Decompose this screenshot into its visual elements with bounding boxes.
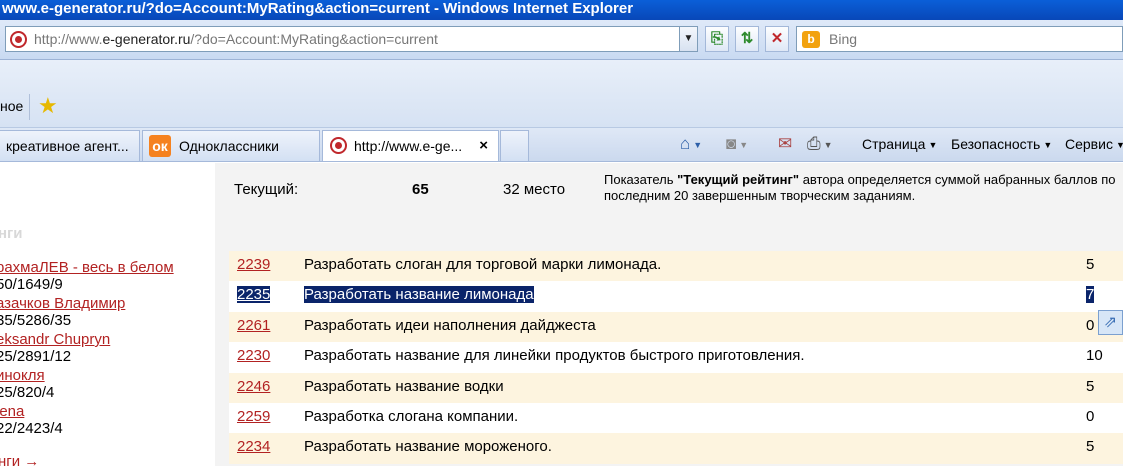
stop-icon[interactable]: ✕ [765,26,789,52]
task-row: 2239 Разработать слоган для торговой мар… [229,251,1123,282]
current-rating-panel: Текущий: 65 32 место Показатель "Текущий… [215,163,1123,466]
task-id-link[interactable]: 2261 [237,317,270,334]
task-title: Разработать название водки [304,377,504,395]
author-stats: 22/2423/4 [0,420,63,437]
author-entry: инокля 25/820/4 [0,367,54,401]
task-title: Разработать название для линейки продукт… [304,347,805,365]
author-link[interactable]: eksandr Chupryn [0,331,110,348]
task-row: 2230 Разработать название для линейки пр… [229,342,1123,373]
rating-description: Показатель "Текущий рейтинг" автора опре… [604,172,1116,203]
odnoklassniki-icon: ок [149,135,171,157]
task-score: 5 [1086,377,1095,395]
tab-label: креативное агент... [6,138,129,154]
tab-e-generator[interactable]: http://www.e-ge... × [322,130,499,161]
task-id-link[interactable]: 2239 [237,256,270,273]
task-score: 5 [1086,438,1095,456]
author-stats: 25/2891/12 [0,348,72,365]
ratings-sidebar: нги рахмаЛЕВ - весь в белом 50/1649/9 аз… [0,163,215,466]
sidebar-heading: нги [0,225,23,242]
all-ratings-link[interactable]: нги → [0,453,39,466]
search-input[interactable]: b Bing [796,26,1123,52]
task-score: 0 [1086,316,1095,334]
author-stats: 35/5286/35 [0,312,72,329]
task-title: Разработать идеи наполнения дайджеста [304,316,596,334]
task-id-link[interactable]: 2259 [237,408,270,425]
author-entry: азачков Владимир 35/5286/35 [0,295,125,329]
address-bar[interactable]: http://www.e-generator.ru/?do=Account:My… [5,26,698,52]
task-score: 10 [1086,347,1103,365]
search-placeholder: Bing [829,31,858,47]
task-id-link[interactable]: 2246 [237,378,270,395]
new-tab-button[interactable] [500,130,529,161]
home-icon[interactable]: ⌂ ▼ [680,132,702,156]
address-toolbar: http://www.e-generator.ru/?do=Account:My… [0,20,1123,60]
site-favicon-icon [330,137,347,154]
task-row: 2235 Разработать название лимонада 7 [229,281,1123,312]
author-stats: 25/820/4 [0,384,55,401]
task-score: 5 [1086,256,1095,273]
task-title: Разработать название мороженого. [304,438,552,456]
task-row: 2261 Разработать идеи наполнения дайджес… [229,311,1123,343]
favorites-bar: ное ★ [0,60,1123,128]
current-rating-place: 32 место [503,181,566,198]
tools-menu[interactable]: Сервис ▼ [1065,134,1123,155]
tab-label: http://www.e-ge... [354,138,463,154]
author-stats: 50/1649/9 [0,276,63,293]
author-link[interactable]: рахмаЛЕВ - весь в белом [0,259,174,276]
task-title: Разработка слогана компании. [304,407,519,425]
address-url[interactable]: http://www.e-generator.ru/?do=Account:My… [34,31,438,47]
author-entry: eksandr Chupryn 25/2891/12 [0,331,110,365]
author-link[interactable]: lena [0,403,63,420]
current-rating-label: Текущий: [234,181,299,198]
read-mail-icon[interactable]: ✉ [778,132,792,156]
task-id-link[interactable]: 2235 [237,286,271,304]
site-favicon-icon [10,31,27,48]
bing-icon: b [802,31,820,48]
safety-menu[interactable]: Безопасность ▼ [951,134,1052,155]
task-row: 2246 Разработать название водки 5 [229,372,1123,403]
task-list: 2239 Разработать слоган для торговой мар… [229,251,1123,464]
close-tab-icon[interactable]: × [479,131,488,161]
accelerator-icon[interactable]: ⇗ [1098,310,1123,335]
author-link[interactable]: азачков Владимир [0,295,125,312]
current-rating-score: 65 [412,181,429,198]
page-content: нги рахмаЛЕВ - весь в белом 50/1649/9 аз… [0,163,1123,466]
compatibility-view-icon[interactable]: ⎘ [705,26,729,52]
task-title: Разработать слоган для торговой марки ли… [304,256,662,273]
address-dropdown-icon[interactable]: ▼ [679,27,697,51]
task-score: 7 [1086,286,1095,304]
author-link[interactable]: инокля [0,367,54,384]
refresh-icon[interactable]: ⇅ [735,26,759,52]
task-id-link[interactable]: 2234 [237,438,270,455]
author-entry: lena 22/2423/4 [0,403,63,437]
task-title: Разработать название лимонада [304,286,534,304]
tab-creative-agency[interactable]: креативное агент... [0,130,140,161]
task-row: 2259 Разработка слогана компании. 0 [229,402,1123,434]
tab-odnoklassniki[interactable]: ок Одноклассники [142,130,320,161]
task-row: 2234 Разработать название мороженого. 5 [229,433,1123,464]
favorites-separator [29,94,30,120]
page-menu[interactable]: Страница ▼ [862,134,937,155]
task-id-link[interactable]: 2230 [237,347,270,364]
tab-label: Одноклассники [179,138,280,154]
task-score: 0 [1086,407,1095,425]
window-title: www.e-generator.ru/?do=Account:MyRating&… [0,0,1123,20]
rss-feeds-icon[interactable]: ◙ ▼ [726,132,748,156]
author-entry: рахмаЛЕВ - весь в белом 50/1649/9 [0,259,174,293]
print-icon[interactable]: ⎙ ▼ [807,132,833,156]
add-favorites-star-icon[interactable]: ★ [38,94,58,118]
tab-bar: креативное агент... ок Одноклассники htt… [0,128,1123,162]
favorites-label[interactable]: ное [0,98,23,114]
